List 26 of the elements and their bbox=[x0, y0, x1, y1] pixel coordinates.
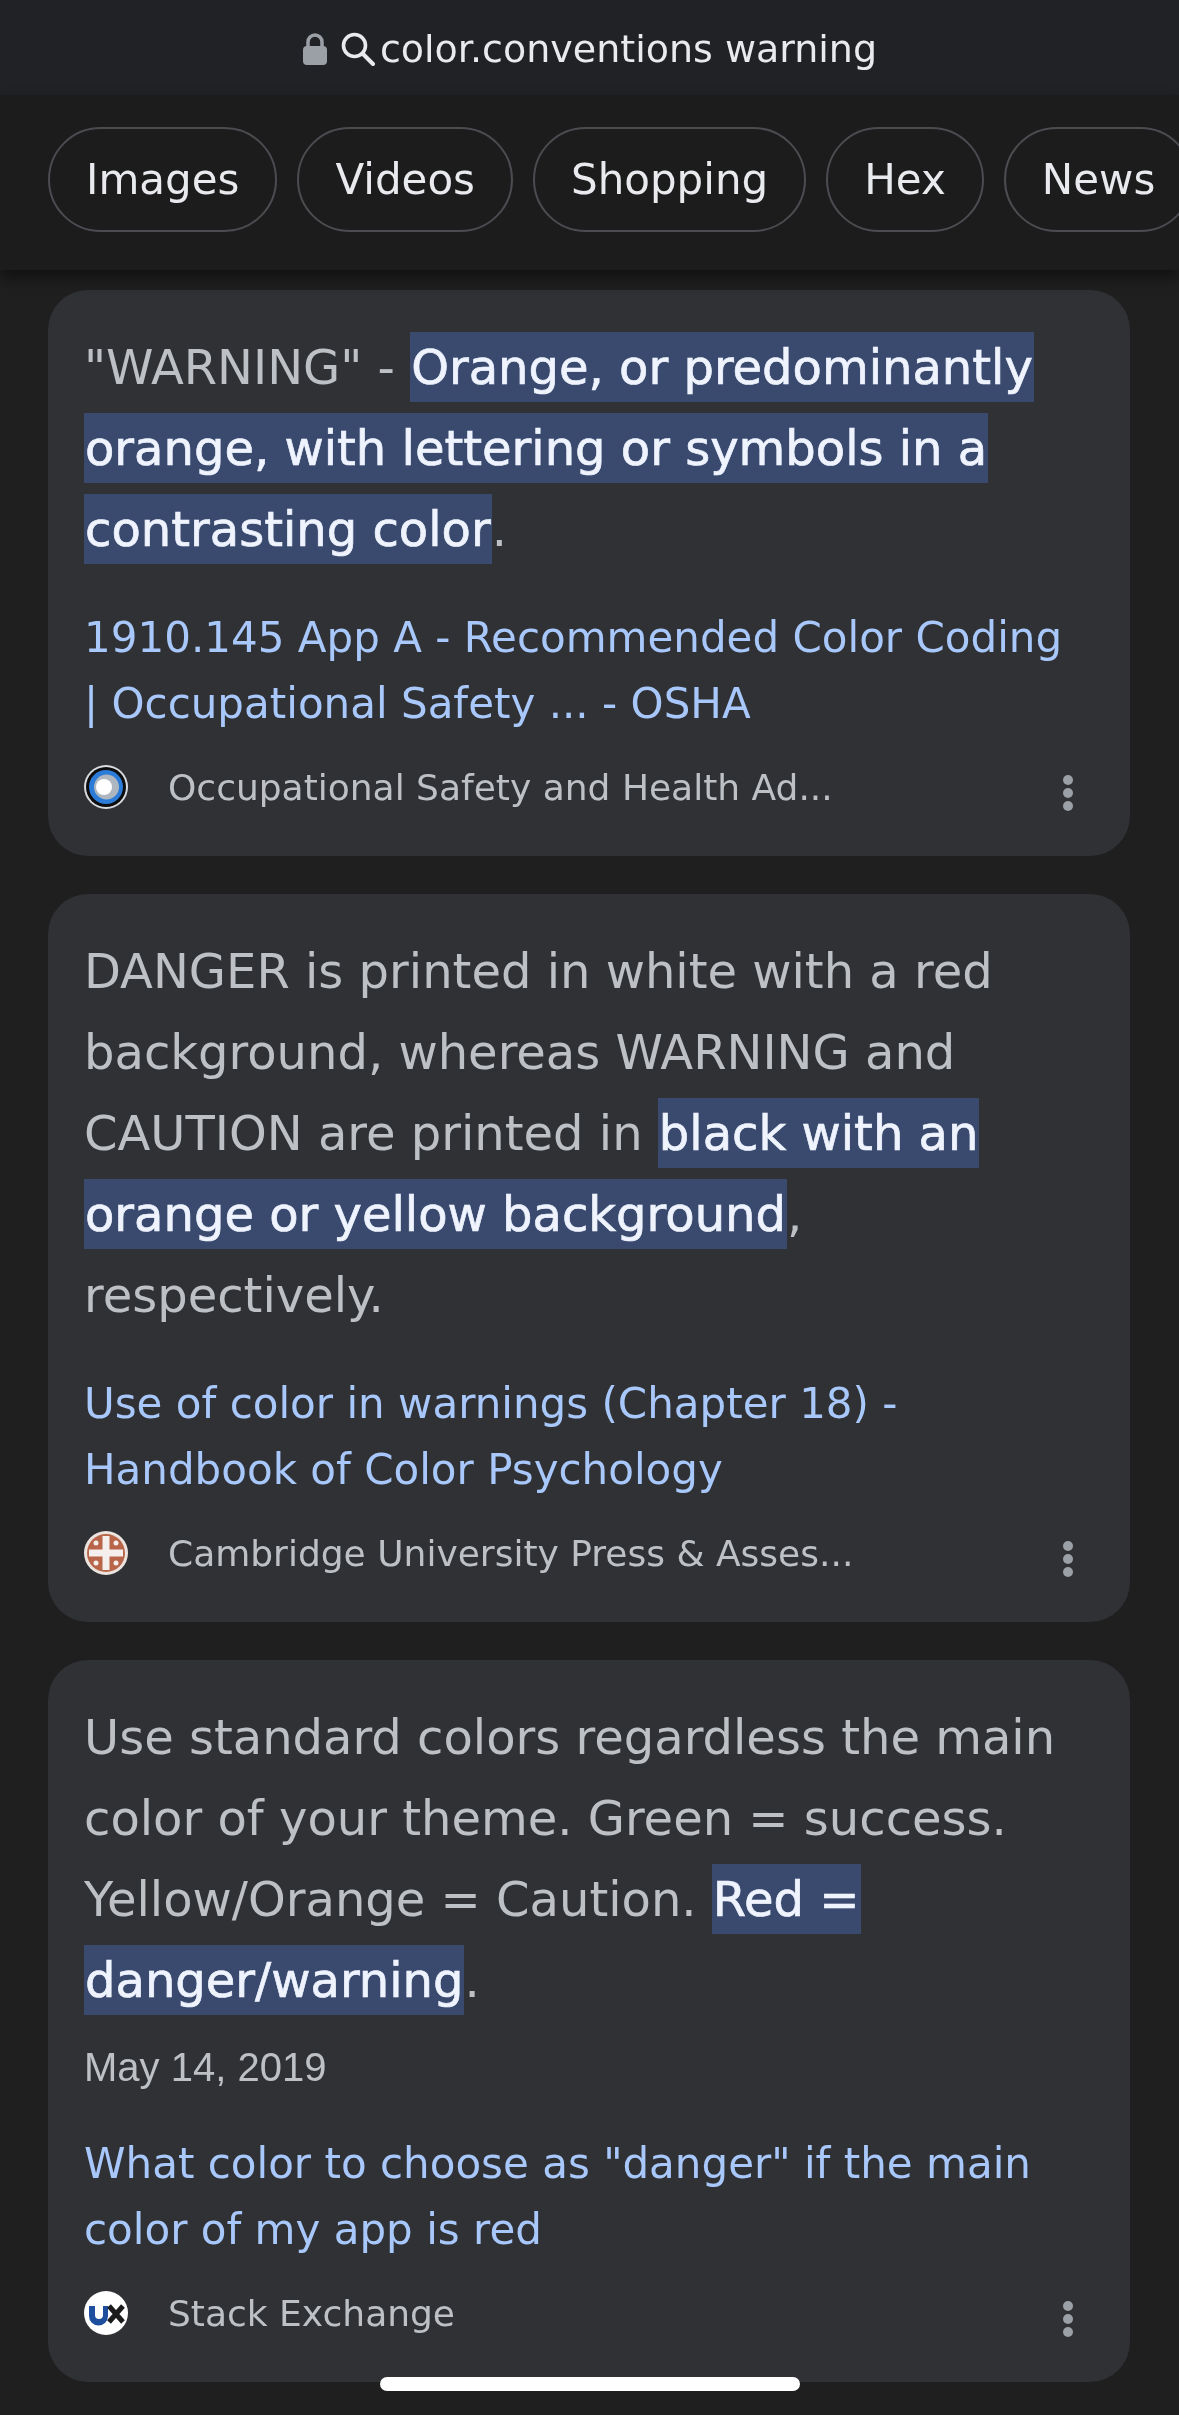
more-options-button[interactable] bbox=[1063, 1541, 1073, 1577]
search-icon bbox=[340, 31, 375, 66]
ring-logo-icon bbox=[84, 765, 128, 809]
result-date: May 14, 2019 bbox=[84, 2044, 327, 2091]
more-options-button[interactable] bbox=[1063, 775, 1073, 811]
filter-chip[interactable]: Images bbox=[48, 127, 278, 232]
vertical-dots-icon bbox=[1063, 2301, 1073, 2337]
source-name: Occupational Safety and Health Ad... bbox=[168, 766, 834, 808]
site-logo-icon bbox=[84, 2291, 128, 2335]
filter-chip[interactable]: Hex bbox=[826, 127, 984, 232]
result-title-link[interactable]: Use of color in warnings (Chapter 18) - Handbook of Color Psychology bbox=[84, 1371, 1084, 1503]
vertical-dots-icon bbox=[1063, 1541, 1073, 1577]
more-options-button[interactable] bbox=[1063, 2301, 1073, 2337]
filter-chip[interactable]: Videos bbox=[297, 127, 513, 232]
filter-chip[interactable]: News bbox=[1003, 127, 1179, 232]
result-title-link[interactable]: 1910.145 App A - Recommended Color Coding | Occupational Safety ... - OSHA bbox=[84, 605, 1084, 737]
source-name: Stack Exchange bbox=[168, 2292, 456, 2334]
result-title-link[interactable]: What color to choose as "danger" if the main color of my app is red bbox=[84, 2131, 1084, 2263]
source-name: Cambridge University Press & Asses... bbox=[168, 1532, 855, 1574]
search-query[interactable]: color.conventions warning bbox=[379, 26, 878, 71]
vertical-dots-icon bbox=[1063, 775, 1073, 811]
lock-icon bbox=[301, 32, 328, 65]
filter-chip[interactable]: Shopping bbox=[533, 127, 807, 232]
crest-logo-icon bbox=[84, 1531, 128, 1575]
result-snippet: Use standard colors regardless the main color of your theme. Green = success. Yellow/Orange = Caution. Red = danger/warning. bbox=[84, 1697, 1094, 2021]
result-snippet: DANGER is printed in white with a red background, whereas WARNING and CAUTION are printed in black with an orange or yellow background, respectively. bbox=[84, 942, 994, 1325]
